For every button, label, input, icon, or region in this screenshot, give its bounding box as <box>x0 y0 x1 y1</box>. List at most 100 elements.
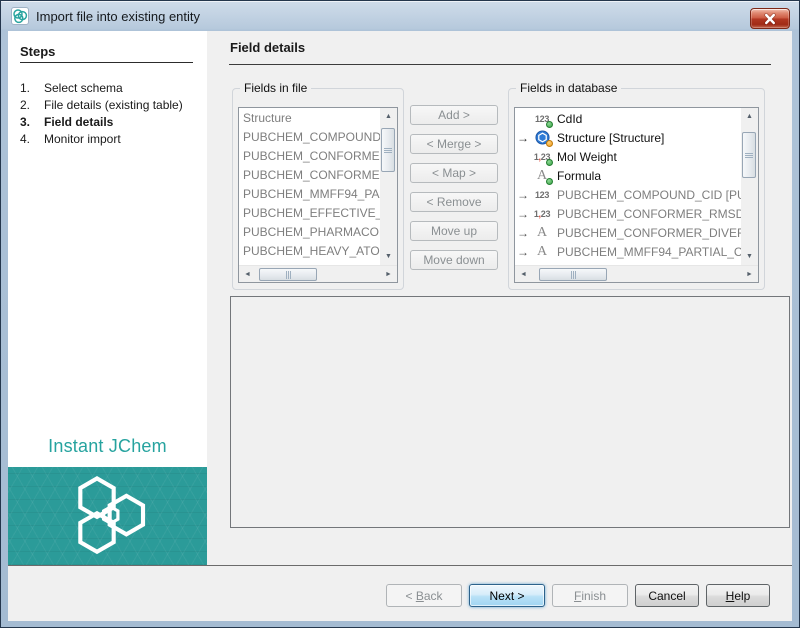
mapped-arrow-icon: → <box>517 187 529 202</box>
status-badge-orange <box>546 139 553 147</box>
steps-list: 1. Select schema 2. File details (existing … <box>20 80 201 148</box>
close-icon <box>763 12 777 25</box>
db-field-item[interactable]: 123 CdId <box>515 109 741 128</box>
steps-panel: Steps 1. Select schema 2. File details (exi… <box>8 31 207 565</box>
db-list-vertical-scroll-thumb[interactable] <box>742 132 756 178</box>
merge-button[interactable]: < Merge > <box>410 134 498 154</box>
db-field-label: Formula <box>557 168 602 183</box>
fields-in-database-group: Fields in database 123 CdId → Structure [St… <box>508 81 765 290</box>
field-type-integer-icon: 123 <box>534 189 550 200</box>
next-button[interactable]: Next > <box>469 584 545 607</box>
step-number: 3. <box>20 115 31 129</box>
db-field-label: Structure [Structure] <box>557 130 665 145</box>
steps-header: Steps <box>20 44 193 63</box>
fields-in-file-group: Fields in file StructurePUBCHEM_COMPOUND… <box>232 81 404 290</box>
close-button[interactable] <box>750 8 790 29</box>
step-label: File details (existing table) <box>44 98 183 112</box>
steps-item[interactable]: 4. Monitor import <box>20 131 201 148</box>
db-field-label: PUBCHEM_CONFORMER_RMSD [PU <box>557 206 741 221</box>
status-badge-green <box>546 177 553 185</box>
add-button[interactable]: Add > <box>410 105 498 125</box>
file-field-item[interactable]: PUBCHEM_HEAVY_ATOM <box>239 242 380 261</box>
steps-item[interactable]: 3. Field details <box>20 114 201 131</box>
db-list-vertical-scrollbar[interactable]: ▲ ▼ <box>741 108 758 265</box>
page-title: Field details <box>230 40 306 55</box>
mapped-arrow-icon: → <box>517 206 529 221</box>
status-badge-green <box>546 158 553 166</box>
file-field-item[interactable]: PUBCHEM_CONFORMER_ <box>239 147 380 166</box>
file-field-item[interactable]: PUBCHEM_CONFORMER_ <box>239 166 380 185</box>
cancel-button[interactable]: Cancel <box>635 584 699 607</box>
field-type-integer-icon: 123 <box>530 111 554 128</box>
file-field-item[interactable]: PUBCHEM_MMFF94_PAR <box>239 185 380 204</box>
step-label: Field details <box>44 115 114 129</box>
db-list-scroll-up-icon[interactable]: ▲ <box>741 108 758 125</box>
step-label: Monitor import <box>44 132 121 146</box>
field-detail-panel <box>230 296 790 528</box>
file-list-horizontal-scroll-thumb[interactable] <box>259 268 317 281</box>
footer-separator <box>8 565 792 566</box>
db-fields-rows: 123 CdId → Structure [Structure] 1, 23 Mol Wei… <box>515 109 741 266</box>
mapped-arrow-icon: → <box>517 225 529 240</box>
field-type-text-icon: A <box>530 168 554 185</box>
db-field-label: CdId <box>557 111 583 126</box>
db-field-item[interactable]: → Structure [Structure] <box>515 128 741 147</box>
db-list-scroll-right-icon[interactable]: ► <box>741 266 758 282</box>
db-field-item[interactable]: → A PUBCHEM_CONFORMER_DIVERSEO <box>515 223 741 242</box>
db-list-horizontal-scroll-thumb[interactable] <box>539 268 607 281</box>
thumb-grip <box>570 270 576 279</box>
file-list-horizontal-scrollbar[interactable]: ◄ ► <box>239 265 397 282</box>
file-list-scroll-left-icon[interactable]: ◄ <box>239 266 256 282</box>
db-list-scroll-left-icon[interactable]: ◄ <box>515 266 532 282</box>
status-badge-green <box>546 120 553 128</box>
thumb-grip <box>384 147 392 153</box>
map-button[interactable]: < Map > <box>410 163 498 183</box>
steps-item[interactable]: 2. File details (existing table) <box>20 97 201 114</box>
help-button[interactable]: Help <box>706 584 770 607</box>
file-field-item[interactable]: PUBCHEM_EFFECTIVE_R <box>239 204 380 223</box>
move-up-button[interactable]: Move up <box>410 221 498 241</box>
thumb-grip <box>285 270 291 279</box>
step-number: 2. <box>20 98 31 112</box>
file-list-vertical-scrollbar[interactable]: ▲ ▼ <box>380 108 397 265</box>
page-title-rule <box>229 64 771 65</box>
file-field-item[interactable]: PUBCHEM_COMPOUND_C <box>239 128 380 147</box>
jchem-app-icon <box>11 7 29 25</box>
mapped-arrow-icon: → <box>517 244 529 259</box>
db-fields-list[interactable]: 123 CdId → Structure [Structure] 1, 23 Mol Wei… <box>514 107 759 283</box>
step-number: 1. <box>20 81 31 95</box>
db-list-scroll-down-icon[interactable]: ▼ <box>741 248 758 265</box>
window-title: Import file into existing entity <box>36 8 201 24</box>
mapped-arrow-icon: → <box>517 130 529 145</box>
file-list-vertical-scroll-thumb[interactable] <box>381 128 395 172</box>
field-type-decimal-icon: 1,23 <box>530 149 554 166</box>
thumb-grip <box>745 152 753 158</box>
remove-button[interactable]: < Remove <box>410 192 498 212</box>
step-number: 4. <box>20 132 31 146</box>
db-field-label: Mol Weight <box>557 149 617 164</box>
db-field-item[interactable]: → 1,23 PUBCHEM_CONFORMER_RMSD [PU <box>515 204 741 223</box>
db-field-item[interactable]: → 123 PUBCHEM_COMPOUND_CID [PUBC <box>515 185 741 204</box>
file-list-scroll-down-icon[interactable]: ▼ <box>380 248 397 265</box>
brand-banner <box>8 467 207 565</box>
transfer-actions: Add > < Merge > < Map > < Remove Move up Move… <box>410 105 498 279</box>
db-list-horizontal-scrollbar[interactable]: ◄ ► <box>515 265 758 282</box>
db-field-item[interactable]: 1, 23 Mol Weight <box>515 147 741 166</box>
file-fields-list[interactable]: StructurePUBCHEM_COMPOUND_CPUBCHEM_CONFO… <box>238 107 398 283</box>
file-list-scroll-right-icon[interactable]: ► <box>380 266 397 282</box>
dialog-client: Steps 1. Select schema 2. File details (exi… <box>8 31 792 621</box>
move-down-button[interactable]: Move down <box>410 250 498 270</box>
finish-button[interactable]: Finish <box>552 584 628 607</box>
fields-in-file-label: Fields in file <box>240 81 312 95</box>
db-field-item[interactable]: A Formula <box>515 166 741 185</box>
jchem-hexagon-logo-icon <box>53 470 163 562</box>
steps-item[interactable]: 1. Select schema <box>20 80 201 97</box>
file-field-item[interactable]: PUBCHEM_PHARMACOPH <box>239 223 380 242</box>
footer-buttons: < Back Next > Finish Cancel Help <box>386 584 770 607</box>
brand-text: Instant JChem <box>48 436 167 456</box>
db-field-item[interactable]: → A PUBCHEM_MMFF94_PARTIAL_CHA <box>515 242 741 261</box>
title-bar[interactable]: Import file into existing entity <box>1 1 799 31</box>
file-field-item[interactable]: Structure <box>239 109 380 128</box>
file-list-scroll-up-icon[interactable]: ▲ <box>380 108 397 125</box>
back-button[interactable]: < Back <box>386 584 462 607</box>
